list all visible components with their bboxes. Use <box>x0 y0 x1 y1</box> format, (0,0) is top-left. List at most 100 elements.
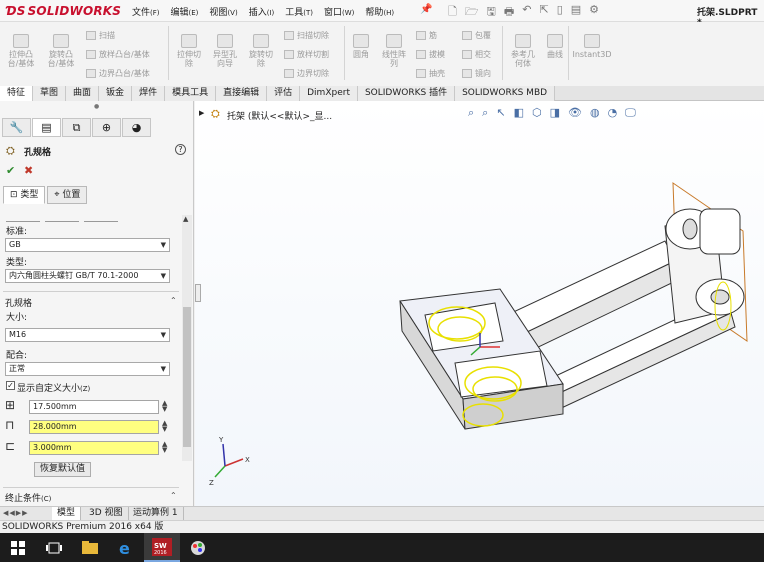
tab-evaluate[interactable]: 评估 <box>267 86 301 101</box>
top-boss-body[interactable] <box>699 208 741 255</box>
reference-geometry-button[interactable]: 参考几 何体 <box>506 34 540 68</box>
print-icon[interactable]: 🖶 <box>504 3 514 22</box>
edge-browser-icon[interactable]: e <box>108 533 144 562</box>
tab-scroll-arrows[interactable]: ◀◀▶▶ <box>3 509 29 517</box>
select-icon[interactable]: ⇱ <box>539 3 548 22</box>
scroll-up-icon[interactable]: ▲ <box>183 215 188 223</box>
hole-type-button-stub[interactable] <box>6 219 40 222</box>
hole-wizard-button[interactable]: 异型孔 向导 <box>208 34 242 68</box>
extrude-cut-button[interactable]: 拉伸切 除 <box>172 34 206 68</box>
tab-solidworks-mbd[interactable]: SOLIDWORKS MBD <box>455 86 556 101</box>
tab-position[interactable]: ⌖ 位置 <box>47 186 88 204</box>
menu-edit[interactable]: 编辑(E) <box>171 5 199 18</box>
tab-weldments[interactable]: 焊件 <box>132 86 166 101</box>
windows-taskbar: e SW 2016 <box>0 533 764 562</box>
custom-size-checkbox[interactable]: ✓ <box>6 381 15 390</box>
type-select[interactable]: 内六角圆柱头螺钉 GB/T 70.1-2000 ▼ <box>5 269 170 283</box>
tab-solidworks-addins[interactable]: SOLIDWORKS 插件 <box>357 86 456 101</box>
ok-check-icon[interactable]: ✔ <box>6 164 15 177</box>
counterbore-depth-field[interactable]: 3.000mm <box>29 441 159 455</box>
tab-mold-tools[interactable]: 模具工具 <box>165 86 217 101</box>
save-icon[interactable]: 🖫 <box>487 3 496 22</box>
file-properties-icon[interactable]: ▤ <box>571 3 581 22</box>
menu-view[interactable]: 视图(V) <box>209 5 237 18</box>
fit-select[interactable]: 正常 ▼ <box>5 362 170 376</box>
scrollbar-thumb[interactable] <box>183 307 191 447</box>
tab-motion-study-1[interactable]: 运动算例 1 <box>128 507 184 520</box>
mirror-button[interactable]: 镜向 <box>462 68 491 79</box>
extrude-boss-button[interactable]: 拉伸凸 台/基体 <box>4 34 38 68</box>
new-icon[interactable]: 🗋 <box>448 3 457 22</box>
chevron-up-icon[interactable]: ⌃ <box>170 296 177 305</box>
solidworks-taskbar-icon[interactable]: SW 2016 <box>144 533 180 562</box>
standard-select[interactable]: GB ▼ <box>5 238 170 252</box>
wrap-button[interactable]: 包覆 <box>462 30 491 41</box>
fillet-button[interactable]: 圆角 <box>348 34 374 59</box>
tab-features[interactable]: 特征 <box>0 86 34 101</box>
size-select[interactable]: M16 ▼ <box>5 328 170 342</box>
hole-diameter-field[interactable]: 17.500mm <box>29 400 159 414</box>
tab-3d-views[interactable]: 3D 视图 <box>84 507 129 520</box>
loft-boss-button[interactable]: 放样凸台/基体 <box>86 49 150 60</box>
instant3d-button[interactable]: Instant3D <box>572 34 612 59</box>
sweep-cut-button[interactable]: 扫描切除 <box>284 30 329 41</box>
tab-surfaces[interactable]: 曲面 <box>66 86 100 101</box>
rib-button[interactable]: 筋 <box>416 30 437 41</box>
configuration-manager-tab-icon[interactable]: ⧉ <box>62 118 91 137</box>
help-icon[interactable]: ? <box>175 144 186 155</box>
curves-button[interactable]: 曲线 <box>542 34 568 59</box>
rebuild-icon[interactable]: ▯ <box>557 3 563 22</box>
cancel-x-icon[interactable]: ✖ <box>24 164 33 177</box>
counterbore-depth-spinner[interactable]: ▲ ▼ <box>162 441 167 454</box>
hole-diameter-spinner[interactable]: ▲ ▼ <box>162 400 167 413</box>
paint-app-icon[interactable] <box>180 533 216 562</box>
loft-cut-button[interactable]: 放样切割 <box>284 49 329 60</box>
tab-direct-editing[interactable]: 直接编辑 <box>216 86 268 101</box>
windows-start-icon[interactable] <box>0 533 36 562</box>
undo-icon[interactable]: ↶ <box>522 3 531 22</box>
counterbore-diameter-spinner[interactable]: ▲ ▼ <box>162 420 167 433</box>
dimxpert-manager-tab-icon[interactable]: ⊕ <box>92 118 121 137</box>
graphics-area[interactable]: ▶ ⛭ 托架 (默认<<默认>_显... ⌕ ⌕ ↖ ◧ ⬡ ◨ 👁 ◍ ◔ 🖵 <box>195 101 764 506</box>
tab-dimxpert[interactable]: DimXpert <box>300 86 358 101</box>
hole-spec-section-header[interactable]: 孔规格 <box>5 296 32 309</box>
tab-model[interactable]: 模型 <box>52 507 82 520</box>
3d-model-viewport[interactable]: X Y Z <box>195 101 764 506</box>
size-label: 大小: <box>6 313 28 323</box>
end-condition-section-header[interactable]: 终止条件(C) <box>5 491 51 504</box>
menu-help[interactable]: 帮助(H) <box>365 5 394 18</box>
solidworks-logo[interactable]: ƊS SOLIDWORKS <box>6 4 121 18</box>
display-manager-tab-icon[interactable]: ◕ <box>122 118 151 137</box>
tab-type[interactable]: ⊡ 类型 <box>3 186 46 204</box>
panel-scrollbar[interactable]: ▲ <box>182 215 192 461</box>
restore-defaults-button[interactable]: 恢复默认值 <box>34 462 91 477</box>
menu-tools[interactable]: 工具(T) <box>285 5 313 18</box>
boundary-boss-button[interactable]: 边界凸台/基体 <box>86 68 150 79</box>
shell-button[interactable]: 抽壳 <box>416 68 445 79</box>
menu-insert[interactable]: 插入(I) <box>249 5 275 18</box>
draft-button[interactable]: 拔模 <box>416 49 445 60</box>
linear-pattern-button[interactable]: 线性阵 列 <box>378 34 410 68</box>
hole-type-button-stub[interactable] <box>45 219 79 222</box>
pin-icon[interactable]: 📌 <box>420 4 432 15</box>
panel-grip-icon[interactable]: ● <box>94 103 99 110</box>
tab-sheet-metal[interactable]: 钣金 <box>99 86 133 101</box>
counterbore-diameter-field[interactable]: 28.000mm <box>29 420 159 434</box>
title-bar: ƊS SOLIDWORKS 文件(F) 编辑(E) 视图(V) 插入(I) 工具(… <box>0 0 764 28</box>
intersect-button[interactable]: 相交 <box>462 49 491 60</box>
chevron-up-icon[interactable]: ⌃ <box>170 491 177 500</box>
menu-file[interactable]: 文件(F) <box>132 5 160 18</box>
options-gear-icon[interactable]: ⚙ <box>589 3 599 22</box>
file-explorer-icon[interactable] <box>72 533 108 562</box>
hole-type-button-stub[interactable] <box>84 219 118 222</box>
feature-manager-tab-icon[interactable]: 🔧 <box>2 118 31 137</box>
revolve-cut-button[interactable]: 旋转切 除 <box>244 34 278 68</box>
boundary-cut-button[interactable]: 边界切除 <box>284 68 329 79</box>
tab-sketch[interactable]: 草图 <box>33 86 67 101</box>
task-view-icon[interactable] <box>36 533 72 562</box>
open-icon[interactable]: 🗁 <box>465 3 479 22</box>
property-manager-tab-icon[interactable]: ▤ <box>32 118 61 137</box>
sweep-button[interactable]: 扫描 <box>86 30 115 41</box>
menu-window[interactable]: 窗口(W) <box>324 5 354 18</box>
revolve-boss-button[interactable]: 旋转凸 台/基体 <box>44 34 78 68</box>
